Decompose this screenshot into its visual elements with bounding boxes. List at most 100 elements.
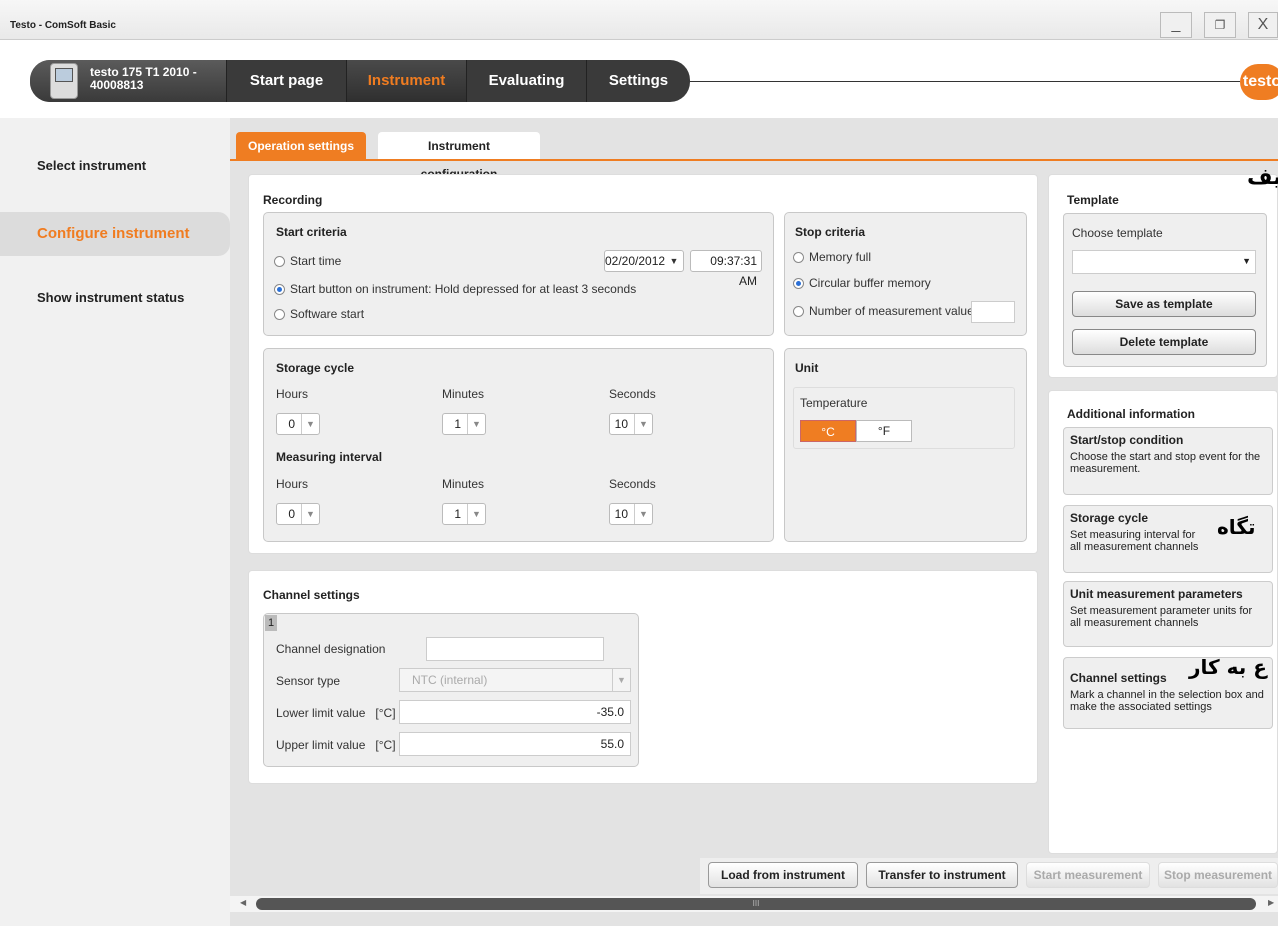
sidebar: Select instrument Configure instrument S… (0, 118, 230, 926)
overlay-text: ع به کار (1189, 655, 1267, 679)
unit-title: Unit (795, 361, 819, 375)
start-criteria-title: Start criteria (276, 225, 347, 239)
recording-panel: Recording Start criteria Start time 02/2… (248, 174, 1038, 554)
tab-operation-settings[interactable]: Operation settings (236, 132, 367, 160)
tab-instrument-configuration[interactable]: Instrument configuration (378, 132, 540, 181)
tab-settings[interactable]: Settings (586, 60, 690, 102)
measuring-hours-value: 0 (288, 507, 295, 521)
storage-hours-label: Hours (276, 387, 309, 401)
fahrenheit-toggle[interactable]: °F (856, 420, 912, 442)
main-nav: testo 175 T1 2010 - 40008813 Start page … (30, 60, 690, 102)
channel-panel: Channel settings 1 Channel designation S… (248, 570, 1038, 784)
sidebar-item-configure-instrument[interactable]: Configure instrument (0, 212, 230, 256)
start-time-radio[interactable] (274, 256, 285, 267)
maximize-button[interactable]: ❐ (1204, 12, 1236, 38)
memory-full-label: Memory full (809, 250, 872, 264)
device-info[interactable]: testo 175 T1 2010 - 40008813 (30, 60, 226, 102)
sensor-type-label: Sensor type (276, 674, 341, 688)
storage-seconds-label: Seconds (609, 387, 656, 401)
sensor-type-select: NTC (internal) ▼ (399, 668, 631, 692)
chevron-down-icon: ▼ (612, 669, 630, 691)
template-group: Choose template ▼ Save as template Delet… (1063, 213, 1267, 367)
template-select[interactable]: ▼ (1072, 250, 1256, 274)
measuring-interval-title: Measuring interval (276, 450, 383, 464)
overlay-text: تگاه (1217, 515, 1256, 539)
chevron-down-icon: ▼ (301, 504, 319, 524)
delete-template-button[interactable]: Delete template (1072, 329, 1256, 355)
tab-start-page[interactable]: Start page (226, 60, 346, 102)
lower-limit-unit: [°C] (375, 706, 396, 720)
additional-info-title: Additional information (1067, 407, 1195, 421)
number-values-input[interactable] (971, 301, 1015, 323)
storage-cycle-title: Storage cycle (276, 361, 355, 375)
sensor-type-value: NTC (internal) (412, 673, 488, 687)
start-measurement-button[interactable]: Start measurement (1026, 862, 1150, 888)
template-panel: Template یف Choose template ▼ Save as te… (1048, 165, 1278, 378)
measuring-hours-select[interactable]: 0 ▼ (276, 503, 320, 525)
software-start-radio[interactable] (274, 309, 285, 320)
storage-minutes-select[interactable]: 1 ▼ (442, 413, 486, 435)
info-start-stop[interactable]: Start/stop condition Choose the start and… (1063, 427, 1273, 495)
template-title: Template (1067, 193, 1119, 207)
sidebar-item-show-status[interactable]: Show instrument status (0, 276, 230, 320)
measuring-hours-label: Hours (276, 477, 309, 491)
recording-title: Recording (263, 193, 323, 207)
lower-limit-input[interactable]: -35.0 (399, 700, 631, 724)
minimize-button[interactable]: _ (1160, 12, 1192, 38)
horizontal-scrollbar[interactable]: ◀ III ▶ (230, 896, 1278, 912)
lower-limit-label: Lower limit value (276, 706, 366, 720)
info-unit-parameters[interactable]: Unit measurement parameters Set measureme… (1063, 581, 1273, 647)
cycle-group: Storage cycle Hours Minutes Seconds 0 ▼ 1… (263, 348, 774, 542)
scroll-right-icon[interactable]: ▶ (1268, 898, 1274, 907)
temperature-label: Temperature (800, 396, 868, 410)
channel-group[interactable]: 1 Channel designation Sensor type NTC (i… (263, 613, 639, 767)
info-storage-cycle-text: Set measuring interval for all measureme… (1070, 529, 1199, 553)
measuring-minutes-label: Minutes (442, 477, 485, 491)
stop-measurement-button[interactable]: Stop measurement (1158, 862, 1278, 888)
chevron-down-icon: ▼ (301, 414, 319, 434)
start-date-picker[interactable]: 02/20/2012 ▼ (604, 250, 684, 272)
info-start-stop-title: Start/stop condition (1070, 433, 1184, 447)
storage-hours-select[interactable]: 0 ▼ (276, 413, 320, 435)
measuring-seconds-label: Seconds (609, 477, 656, 491)
scroll-left-icon[interactable]: ◀ (240, 898, 246, 907)
tab-evaluating[interactable]: Evaluating (466, 60, 586, 102)
main-area: Operation settings Instrument configurat… (230, 118, 1278, 926)
scrollbar-thumb[interactable]: III (256, 898, 1256, 910)
title-bar: Testo - ComSoft Basic _ ❐ X (0, 0, 1278, 40)
measuring-seconds-select[interactable]: 10 ▼ (609, 503, 653, 525)
circular-buffer-radio[interactable] (793, 278, 804, 289)
close-button[interactable]: X (1248, 12, 1278, 38)
memory-full-radio[interactable] (793, 252, 804, 263)
storage-minutes-label: Minutes (442, 387, 485, 401)
storage-seconds-value: 10 (614, 417, 628, 431)
stop-criteria-title: Stop criteria (795, 225, 866, 239)
device-serial: 40008813 (90, 78, 144, 92)
save-template-button[interactable]: Save as template (1072, 291, 1256, 317)
window-title: Testo - ComSoft Basic (10, 20, 116, 31)
sidebar-item-select-instrument[interactable]: Select instrument (0, 144, 230, 188)
channel-designation-input[interactable] (426, 637, 604, 661)
start-button-radio[interactable] (274, 284, 285, 295)
start-button-label: Start button on instrument: Hold depress… (290, 282, 637, 296)
measuring-minutes-value: 1 (454, 507, 461, 521)
upper-limit-input[interactable]: 55.0 (399, 732, 631, 756)
info-unit-parameters-title: Unit measurement parameters (1070, 587, 1243, 601)
channel-settings-title: Channel settings (263, 588, 360, 602)
upper-limit-label: Upper limit value (276, 738, 366, 752)
storage-seconds-select[interactable]: 10 ▼ (609, 413, 653, 435)
celsius-toggle[interactable]: °C (800, 420, 856, 442)
additional-info-panel: Additional information Start/stop condit… (1048, 390, 1278, 854)
start-date-value: 02/20/2012 (605, 254, 666, 268)
number-values-radio[interactable] (793, 306, 804, 317)
chevron-down-icon: ▼ (634, 414, 652, 434)
transfer-to-instrument-button[interactable]: Transfer to instrument (866, 862, 1018, 888)
start-time-input[interactable]: 09:37:31 AM (690, 250, 762, 288)
device-icon (50, 63, 78, 99)
chevron-down-icon: ▼ (467, 504, 485, 524)
measuring-minutes-select[interactable]: 1 ▼ (442, 503, 486, 525)
channel-number: 1 (265, 615, 277, 631)
tab-instrument[interactable]: Instrument (346, 60, 466, 102)
load-from-instrument-button[interactable]: Load from instrument (708, 862, 858, 888)
software-start-label: Software start (290, 307, 365, 321)
